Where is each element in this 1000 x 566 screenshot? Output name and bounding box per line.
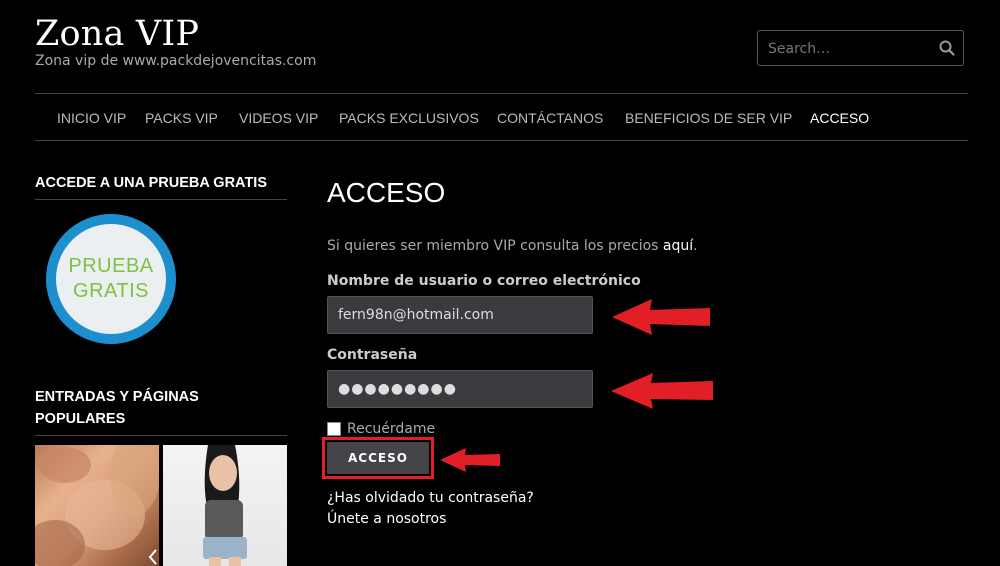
popular-heading-line-2: POPULARES (35, 411, 126, 427)
free-trial-badge-inner: PRUEBA GRATIS (56, 224, 166, 334)
register-link[interactable]: Únete a nosotros (327, 511, 446, 527)
thumbnail-2-image (203, 445, 247, 566)
intro-end: . (693, 238, 698, 254)
login-submit-button[interactable]: ACCESO (327, 442, 429, 474)
page-title: ACCESO (327, 177, 446, 208)
search-icon[interactable] (939, 40, 955, 56)
username-label: Nombre de usuario o correo electrónico (327, 273, 641, 289)
popular-thumbnail-2[interactable] (163, 445, 287, 566)
sidebar-popular-heading: ENTRADAS Y PÁGINAS POPULARES (35, 386, 287, 436)
free-trial-badge-text: PRUEBA GRATIS (68, 254, 153, 304)
remember-me-label: Recuérdame (347, 421, 436, 437)
nav-item-acceso[interactable]: ACCESO (810, 110, 869, 126)
sidebar-trial-heading: ACCEDE A UNA PRUEBA GRATIS (35, 172, 287, 200)
badge-line-1: PRUEBA (68, 255, 154, 277)
vip-intro-text: Si quieres ser miembro VIP consulta los … (327, 238, 698, 254)
popular-thumbnail-1[interactable] (35, 445, 159, 566)
nav-item-videos-vip[interactable]: VIDEOS VIP (239, 110, 318, 126)
free-trial-badge[interactable]: PRUEBA GRATIS (46, 214, 176, 344)
nav-item-packs-exclusivos[interactable]: PACKS EXCLUSIVOS (339, 110, 479, 126)
badge-line-2: GRATIS (73, 280, 149, 302)
annotation-arrow-username-icon (612, 299, 710, 335)
password-label: Contraseña (327, 347, 418, 363)
site-header: Zona VIP Zona vip de www.packdejovencita… (0, 0, 1000, 94)
annotation-arrow-password-icon (611, 373, 713, 409)
nav-item-packs-vip[interactable]: PACKS VIP (145, 110, 218, 126)
popular-heading-line-1: ENTRADAS Y PÁGINAS (35, 389, 199, 405)
forgot-password-link[interactable]: ¿Has olvidado tu contraseña? (327, 490, 534, 506)
intro-text: Si quieres ser miembro VIP consulta los … (327, 238, 663, 254)
site-title[interactable]: Zona VIP (35, 14, 199, 54)
username-field[interactable] (327, 296, 593, 334)
site-description: Zona vip de www.packdejovencitas.com (35, 53, 317, 69)
nav-item-contactanos[interactable]: CONTÁCTANOS (497, 110, 603, 126)
nav-item-beneficios[interactable]: BENEFICIOS DE SER VIP (625, 110, 792, 126)
search-box[interactable] (757, 30, 964, 66)
nav-item-inicio-vip[interactable]: INICIO VIP (57, 110, 126, 126)
remember-me-checkbox[interactable] (327, 422, 341, 436)
remember-me[interactable]: Recuérdame (327, 421, 435, 437)
carousel-chevron-left-icon[interactable] (148, 548, 158, 566)
search-input[interactable] (766, 38, 930, 60)
thumbnail-1-image (35, 445, 159, 566)
password-field[interactable] (327, 370, 593, 408)
main-navigation: INICIO VIP PACKS VIP VIDEOS VIP PACKS EX… (35, 93, 968, 141)
prices-link[interactable]: aquí (663, 238, 693, 254)
annotation-arrow-submit-icon (440, 448, 500, 472)
